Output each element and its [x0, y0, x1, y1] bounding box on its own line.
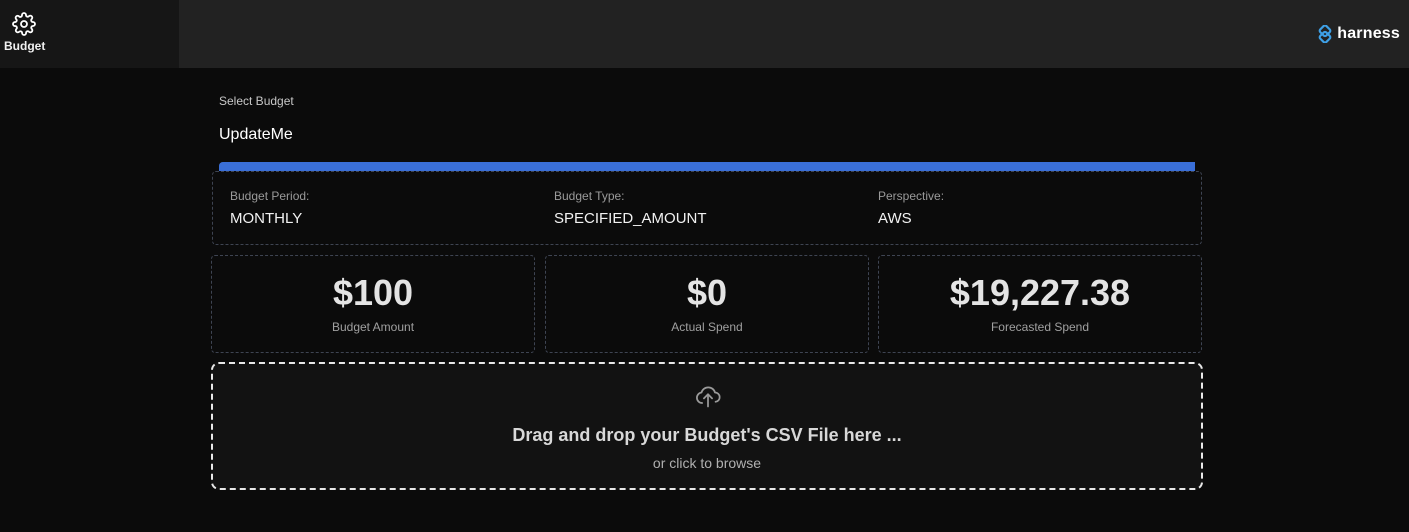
actual-spend-card: $0 Actual Spend	[545, 255, 869, 353]
budget-type-label: Budget Type:	[554, 189, 625, 203]
nav-tab-budget[interactable]: Budget	[0, 0, 179, 68]
perspective: Perspective: AWS	[878, 189, 944, 227]
perspective-value: AWS	[878, 210, 912, 227]
budget-period-value: MONTHLY	[230, 210, 303, 227]
cloud-upload-icon	[696, 386, 721, 408]
select-budget-dropdown[interactable]: UpdateMe	[219, 126, 293, 144]
perspective-label: Perspective:	[878, 189, 945, 203]
budget-progress-fill	[219, 162, 1195, 171]
budget-period-label: Budget Period:	[230, 189, 310, 203]
budget-type-value: SPECIFIED_AMOUNT	[554, 210, 707, 227]
dropzone-browse-link[interactable]: or click to browse	[213, 455, 1201, 471]
budget-progress-bar	[219, 162, 1195, 171]
budget-amount-label: Budget Amount	[331, 320, 415, 334]
budget-amount-card: $100 Budget Amount	[211, 255, 535, 353]
gear-icon	[12, 12, 36, 36]
budget-period: Budget Period: MONTHLY	[230, 189, 309, 227]
budget-details-panel: Budget Period: MONTHLY Budget Type: SPEC…	[212, 171, 1202, 245]
harness-logo-icon	[1318, 25, 1332, 43]
dropzone-title: Drag and drop your Budget's CSV File her…	[512, 425, 902, 445]
csv-dropzone[interactable]: Drag and drop your Budget's CSV File her…	[211, 362, 1203, 490]
budget-amount-value: $100	[332, 272, 414, 313]
actual-spend-label: Actual Spend	[671, 320, 743, 334]
actual-spend-value: $0	[686, 272, 728, 313]
brand-name: harness	[1337, 25, 1400, 42]
nav-tab-label: Budget	[4, 39, 46, 53]
forecasted-spend-label: Forecasted Spend	[990, 320, 1090, 334]
top-bar: Budget harness	[0, 0, 1409, 68]
select-budget-label: Select Budget	[219, 94, 294, 108]
brand[interactable]: harness	[1316, 24, 1400, 44]
budget-type: Budget Type: SPECIFIED_AMOUNT	[554, 189, 707, 227]
forecasted-spend-card: $19,227.38 Forecasted Spend	[878, 255, 1202, 353]
forecasted-spend-value: $19,227.38	[949, 272, 1131, 313]
